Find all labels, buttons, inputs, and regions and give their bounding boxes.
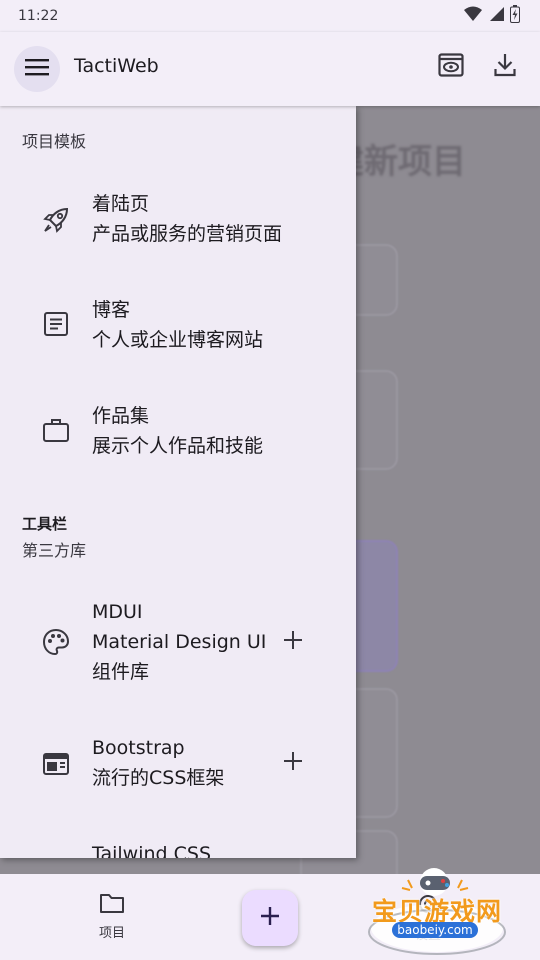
template-title: 着陆页: [92, 193, 150, 215]
status-icons: [464, 5, 520, 27]
watermark-logo: 宝贝游戏网 baobeiy.com: [364, 866, 510, 956]
web-layout-icon: [40, 748, 72, 780]
plus-icon: [259, 905, 281, 931]
nav-projects[interactable]: 项目: [82, 892, 142, 941]
navigation-drawer: 项目模板 着陆页 产品或服务的营销页面 博客 个人或企业博客网站 作品集 展示个…: [0, 106, 356, 858]
wifi-icon: [464, 6, 482, 26]
add-mdui-button[interactable]: [280, 629, 306, 655]
template-item-portfolio[interactable]: 作品集 展示个人作品和技能: [0, 398, 356, 488]
watermark-url: baobeiy.com: [392, 922, 478, 938]
library-title: Bootstrap: [92, 737, 185, 759]
library-title: Tailwind CSS: [92, 843, 212, 858]
templates-section-header: 项目模板: [22, 132, 87, 151]
library-title: MDUI: [92, 601, 143, 623]
status-time: 11:22: [18, 8, 59, 24]
preview-icon: [438, 53, 464, 81]
app-title: TactiWeb: [74, 55, 159, 77]
new-project-fab[interactable]: [242, 890, 298, 946]
template-item-landing[interactable]: 着陆页 产品或服务的营销页面: [0, 186, 356, 276]
article-icon: [40, 308, 72, 340]
nav-projects-label: 项目: [98, 926, 125, 941]
library-item-tailwind[interactable]: Tailwind CSS: [0, 838, 356, 858]
template-title: 博客: [92, 299, 131, 321]
status-bar: 11:22: [0, 0, 540, 32]
library-subtitle: 流行的CSS框架: [92, 767, 225, 789]
signal-icon: [488, 6, 504, 26]
folder-icon: [99, 892, 125, 918]
library-item-mdui[interactable]: MDUI Material Design UI 组件库: [0, 596, 356, 696]
add-bootstrap-button[interactable]: [280, 750, 306, 776]
briefcase-icon: [40, 414, 72, 446]
library-item-bootstrap[interactable]: Bootstrap 流行的CSS框架: [0, 732, 356, 812]
library-subtitle-extra: 组件库: [92, 661, 150, 683]
template-item-blog[interactable]: 博客 个人或企业博客网站: [0, 292, 356, 382]
download-button[interactable]: [490, 52, 520, 82]
libraries-section-header: 第三方库: [22, 541, 87, 560]
menu-button[interactable]: [14, 46, 60, 92]
plus-icon: [283, 630, 303, 654]
download-icon: [494, 53, 516, 81]
toolbar-section-header: 工具栏: [22, 515, 68, 533]
rocket-icon: [40, 204, 72, 236]
template-subtitle: 展示个人作品和技能: [92, 435, 264, 457]
template-subtitle: 个人或企业博客网站: [92, 329, 264, 351]
palette-icon: [40, 626, 72, 658]
battery-icon: [510, 5, 520, 27]
hamburger-menu-icon: [25, 58, 49, 80]
template-subtitle: 产品或服务的营销页面: [92, 223, 283, 245]
template-title: 作品集: [92, 405, 150, 427]
preview-button[interactable]: [436, 52, 466, 82]
plus-icon: [283, 751, 303, 775]
library-subtitle: Material Design UI: [92, 631, 267, 653]
app-bar: TactiWeb: [0, 32, 540, 106]
